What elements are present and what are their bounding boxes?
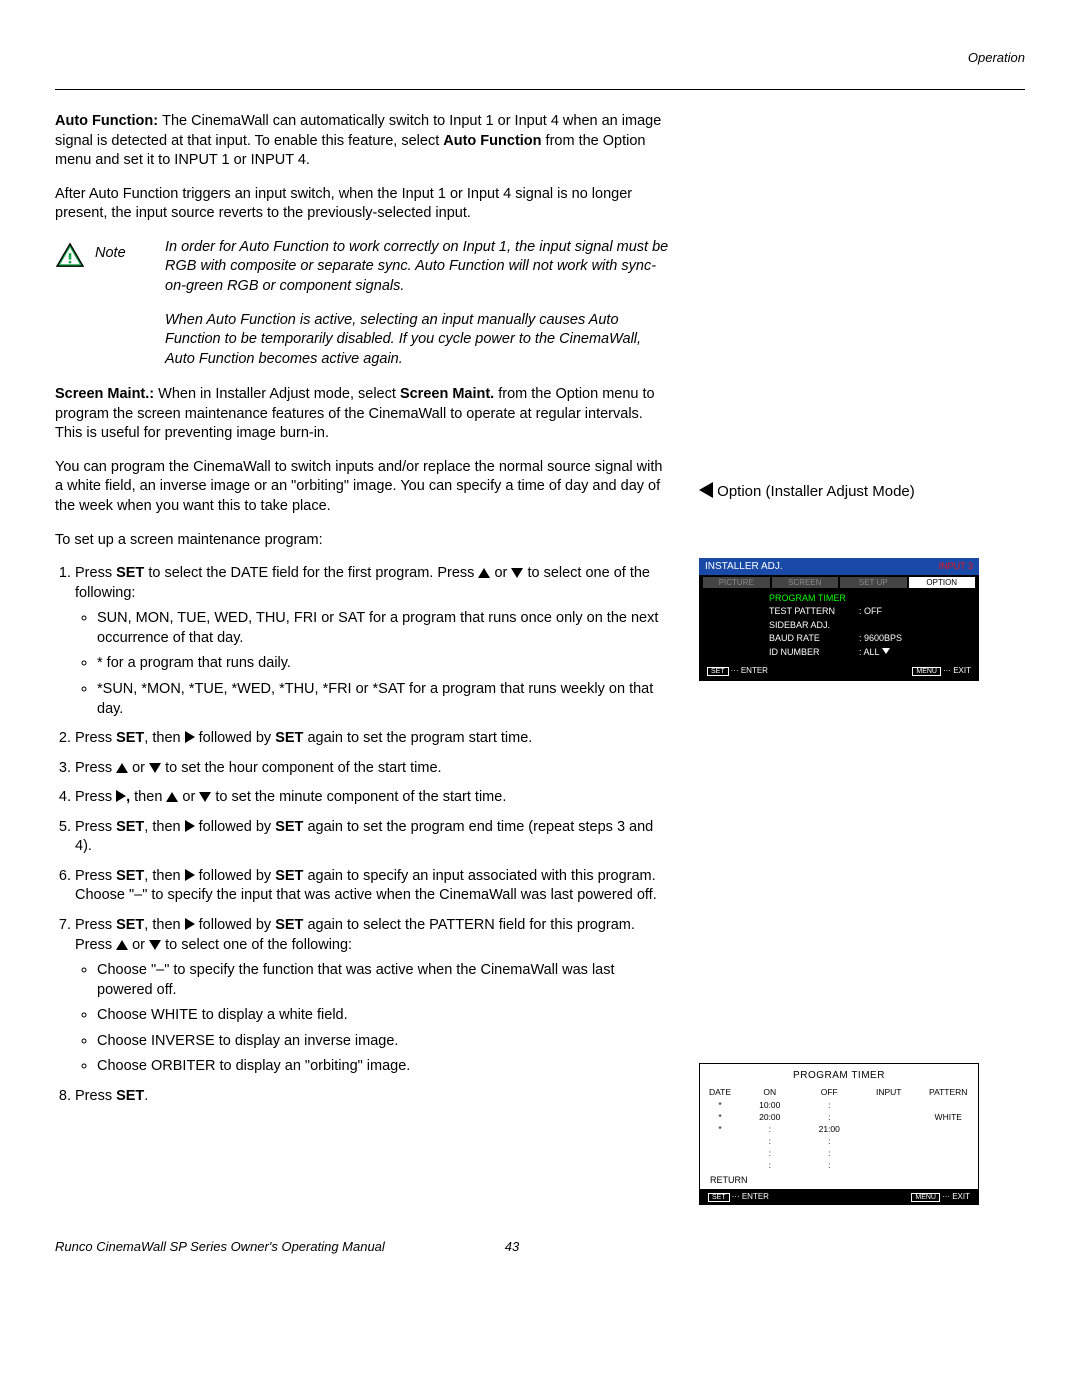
pt-menu-button: MENU: [911, 1193, 940, 1202]
down-arrow-icon: [511, 568, 523, 578]
left-arrow-icon: [699, 482, 713, 498]
para-auto-function-2: After Auto Function triggers an input sw…: [55, 185, 669, 224]
horizontal-rule: [55, 89, 1025, 90]
osd-menu-button: MENU: [912, 667, 941, 676]
osd-tab-screen: SCREEN: [772, 577, 839, 588]
step-1: Press SET to select the DATE field for t…: [75, 564, 669, 719]
up-arrow-icon: [116, 763, 128, 773]
step-7-bullet-1: Choose "–" to specify the function that …: [97, 961, 669, 1000]
step-2: Press SET, then followed by SET again to…: [75, 729, 669, 749]
down-arrow-icon: [199, 792, 211, 802]
osd-row-id: ID NUMBER: [769, 646, 859, 660]
screen-maint-t2: Screen Maint.: [400, 386, 494, 402]
step-8: Press SET.: [75, 1087, 669, 1107]
osd-figure: INSTALLER ADJ. INPUT 3 PICTURE SCREEN SE…: [699, 558, 979, 682]
step-6: Press SET, then followed by SET again to…: [75, 867, 669, 906]
para-setup-intro: To set up a screen maintenance program:: [55, 531, 669, 551]
pt-row: ::: [700, 1147, 978, 1159]
note-label: Note: [95, 238, 155, 264]
pt-set-button: SET: [708, 1193, 730, 1202]
pt-head-input: INPUT: [859, 1087, 919, 1097]
note-text-1: In order for Auto Function to work corre…: [165, 238, 669, 297]
page-number: 43: [505, 1239, 519, 1254]
step-1-bullet-1: SUN, MON, TUE, WED, THU, FRI or SAT for …: [97, 609, 669, 648]
note-text-2: When Auto Function is active, selecting …: [165, 311, 669, 370]
down-arrow-icon: [149, 940, 161, 950]
osd-title: INSTALLER ADJ.: [705, 561, 783, 572]
right-arrow-icon: [185, 820, 195, 832]
right-arrow-icon: [185, 869, 195, 881]
pt-head-pattern: PATTERN: [919, 1087, 979, 1097]
pt-head-off: OFF: [800, 1087, 860, 1097]
para-program-desc: You can program the CinemaWall to switch…: [55, 458, 669, 517]
para-auto-function: Auto Function: The CinemaWall can automa…: [55, 112, 669, 171]
screen-maint-lead: Screen Maint.:: [55, 386, 158, 402]
step-1-bullet-3: *SUN, *MON, *TUE, *WED, *THU, *FRI or *S…: [97, 680, 669, 719]
right-arrow-icon: [185, 918, 195, 930]
step-7: Press SET, then followed by SET again to…: [75, 916, 669, 1077]
osd-tab-setup: SET UP: [840, 577, 907, 588]
step-4: Press , then or to set the minute compon…: [75, 788, 669, 808]
osd-row-test-pattern: TEST PATTERN: [769, 605, 859, 619]
step-1-bullet-2: * for a program that runs daily.: [97, 654, 669, 674]
footer: Runco CinemaWall SP Series Owner's Opera…: [55, 1239, 1025, 1254]
step-7-bullet-2: Choose WHITE to display a white field.: [97, 1006, 669, 1026]
pt-return: RETURN: [700, 1171, 978, 1189]
pt-row: *:21:00: [700, 1123, 978, 1135]
step-7-bullet-4: Choose ORBITER to display an "orbiting" …: [97, 1057, 669, 1077]
osd-tab-option: OPTION: [909, 577, 976, 588]
pt-title: PROGRAM TIMER: [700, 1064, 978, 1085]
step-3: Press or to set the hour component of th…: [75, 759, 669, 779]
osd-set-button: SET: [707, 667, 729, 676]
pt-row: *20:00:WHITE: [700, 1111, 978, 1123]
para-screen-maint: Screen Maint.: When in Installer Adjust …: [55, 385, 669, 444]
osd-row-sidebar: SIDEBAR ADJ.: [769, 619, 859, 633]
steps-list: Press SET to select the DATE field for t…: [55, 564, 669, 1106]
step-5: Press SET, then followed by SET again to…: [75, 818, 669, 857]
dropdown-icon: [882, 648, 890, 654]
side-heading: Option (Installer Adjust Mode): [699, 482, 1025, 502]
right-arrow-icon: [185, 731, 195, 743]
right-arrow-icon: [116, 790, 126, 802]
warning-icon: [55, 238, 85, 275]
up-arrow-icon: [116, 940, 128, 950]
up-arrow-icon: [478, 568, 490, 578]
pt-row: *10:00:: [700, 1099, 978, 1111]
up-arrow-icon: [166, 792, 178, 802]
osd-row-baud: BAUD RATE: [769, 632, 859, 646]
pt-row: ::: [700, 1159, 978, 1171]
osd-input-label: INPUT 3: [939, 561, 973, 572]
down-arrow-icon: [149, 763, 161, 773]
screen-maint-t1: When in Installer Adjust mode, select: [158, 386, 400, 402]
program-timer-figure: PROGRAM TIMER DATE ON OFF INPUT PATTERN …: [699, 1063, 979, 1205]
pt-head-date: DATE: [700, 1087, 740, 1097]
osd-tab-picture: PICTURE: [703, 577, 770, 588]
pt-row: ::: [700, 1135, 978, 1147]
header-section: Operation: [55, 50, 1025, 65]
pt-head-on: ON: [740, 1087, 800, 1097]
osd-row-program-timer: PROGRAM TIMER: [769, 592, 859, 606]
step-7-bullet-3: Choose INVERSE to display an inverse ima…: [97, 1032, 669, 1052]
